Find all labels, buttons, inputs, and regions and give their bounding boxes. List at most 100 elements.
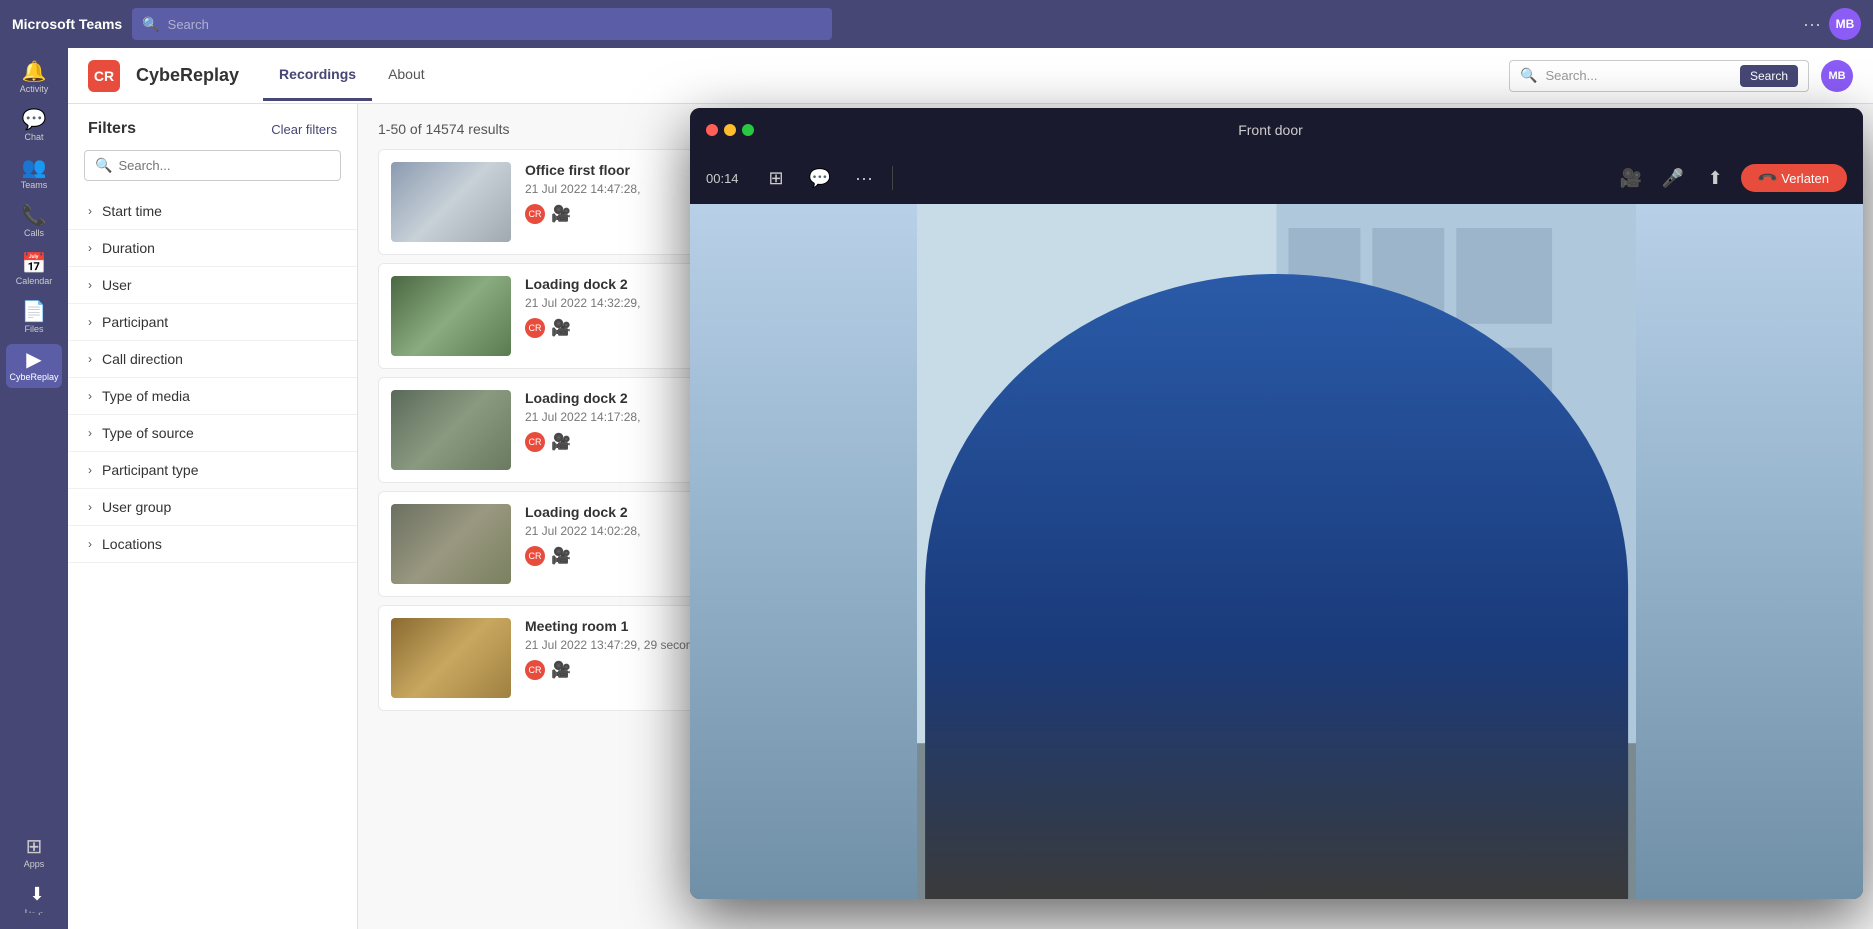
- filter-label: Duration: [102, 240, 155, 256]
- separator: [892, 166, 893, 190]
- video-feed: [690, 204, 1863, 899]
- close-window-button[interactable]: [706, 124, 718, 136]
- app-tabs: Recordings About: [263, 50, 441, 101]
- video-toggle-icon[interactable]: 🎥: [1615, 162, 1647, 194]
- teams-label: Teams: [21, 180, 48, 190]
- apps-icon: ⊞: [26, 837, 43, 857]
- filter-item-start-time[interactable]: › Start time: [68, 193, 357, 230]
- camera-icon: 🎥: [551, 660, 571, 680]
- popup-window-controls: [706, 124, 754, 136]
- chevron-right-icon: ›: [88, 315, 92, 329]
- sidebar-item-calendar[interactable]: 📅 Calendar: [6, 248, 62, 292]
- participants-icon[interactable]: ⊞: [760, 162, 792, 194]
- badge-icon: CR: [525, 660, 545, 680]
- filter-label: Type of source: [102, 425, 194, 441]
- more-icon[interactable]: ···: [1803, 14, 1821, 35]
- topbar-avatar[interactable]: MB: [1829, 8, 1861, 40]
- maximize-window-button[interactable]: [742, 124, 754, 136]
- sidebar-item-teams[interactable]: 👥 Teams: [6, 152, 62, 196]
- sidebar-item-apps[interactable]: ⊞ Apps: [6, 831, 62, 875]
- filter-label: Call direction: [102, 351, 183, 367]
- cybereplay-icon: ▶: [26, 350, 41, 370]
- popup-ctrl-icons: ⊞ 💬 ···: [760, 162, 893, 194]
- files-icon: 📄: [22, 302, 47, 322]
- filter-label: User: [102, 277, 132, 293]
- popup-controls: 00:14 ⊞ 💬 ··· 🎥 🎤 ⬆ 📞 Verlaten: [690, 152, 1863, 204]
- popup-timer: 00:14: [706, 171, 746, 186]
- chevron-right-icon: ›: [88, 500, 92, 514]
- sidebar-item-chat[interactable]: 💬 Chat: [6, 104, 62, 148]
- filters-header: Filters Clear filters: [68, 120, 357, 150]
- app-header: CR CybeReplay Recordings About 🔍 Search …: [68, 48, 1873, 104]
- app-logo: CR: [88, 60, 120, 92]
- tab-about[interactable]: About: [372, 50, 441, 101]
- topbar-search-input[interactable]: [168, 17, 823, 32]
- recording-thumbnail: [391, 504, 511, 584]
- filters-title: Filters: [88, 120, 136, 138]
- phone-icon: 📞: [1756, 167, 1779, 190]
- tab-recordings[interactable]: Recordings: [263, 50, 372, 101]
- header-avatar[interactable]: MB: [1821, 60, 1853, 92]
- filter-label: Participant type: [102, 462, 199, 478]
- filter-item-duration[interactable]: › Duration: [68, 230, 357, 267]
- sidebar-item-files[interactable]: 📄 Files: [6, 296, 62, 340]
- header-search-box[interactable]: 🔍 Search: [1509, 60, 1809, 92]
- header-search-button[interactable]: Search: [1740, 65, 1798, 87]
- filter-label: User group: [102, 499, 171, 515]
- badge-icon: CR: [525, 318, 545, 338]
- calendar-icon: 📅: [22, 254, 47, 274]
- clear-filters-link[interactable]: Clear filters: [271, 122, 337, 137]
- topbar-icons: ··· MB: [1803, 8, 1861, 40]
- filter-item-participant-type[interactable]: › Participant type: [68, 452, 357, 489]
- filter-item-call-direction[interactable]: › Call direction: [68, 341, 357, 378]
- activity-label: Activity: [20, 84, 49, 94]
- download-button[interactable]: ⬇: [18, 875, 56, 913]
- filter-item-type-of-media[interactable]: › Type of media: [68, 378, 357, 415]
- sidebar-item-cybereplay[interactable]: ▶ CybeReplay: [6, 344, 62, 388]
- end-call-button[interactable]: 📞 Verlaten: [1741, 164, 1847, 192]
- popup-right-controls: 🎥 🎤 ⬆ 📞 Verlaten: [1615, 162, 1847, 194]
- sidebar-item-calls[interactable]: 📞 Calls: [6, 200, 62, 244]
- minimize-window-button[interactable]: [724, 124, 736, 136]
- filter-label: Start time: [102, 203, 162, 219]
- calls-icon: 📞: [22, 206, 47, 226]
- files-label: Files: [24, 324, 43, 334]
- filter-search-box[interactable]: 🔍: [84, 150, 341, 181]
- chat-bubble-icon[interactable]: 💬: [804, 162, 836, 194]
- microphone-icon[interactable]: 🎤: [1657, 162, 1689, 194]
- chat-label: Chat: [24, 132, 43, 142]
- filter-item-locations[interactable]: › Locations: [68, 526, 357, 563]
- more-options-icon[interactable]: ···: [848, 162, 880, 194]
- filter-item-user-group[interactable]: › User group: [68, 489, 357, 526]
- badge-icon: CR: [525, 432, 545, 452]
- filter-search-icon: 🔍: [95, 157, 112, 174]
- filter-item-participant[interactable]: › Participant: [68, 304, 357, 341]
- filters-panel: Filters Clear filters 🔍 › Start time › D…: [68, 104, 358, 929]
- camera-icon: 🎥: [551, 318, 571, 338]
- app-header-right: 🔍 Search MB: [1509, 60, 1853, 92]
- chevron-right-icon: ›: [88, 204, 92, 218]
- filter-label: Locations: [102, 536, 162, 552]
- sidebar-item-activity[interactable]: 🔔 Activity: [6, 56, 62, 100]
- chat-icon: 💬: [22, 110, 47, 130]
- topbar-search-box[interactable]: 🔍: [132, 8, 832, 40]
- filter-label: Participant: [102, 314, 168, 330]
- header-search-input[interactable]: [1545, 68, 1732, 83]
- chevron-right-icon: ›: [88, 278, 92, 292]
- topbar: Microsoft Teams 🔍 ··· MB: [0, 0, 1873, 48]
- delivery-man-svg: [690, 204, 1863, 899]
- teams-sidebar: 🔔 Activity 💬 Chat 👥 Teams 📞 Calls 📅 Cale…: [0, 48, 68, 929]
- chevron-right-icon: ›: [88, 537, 92, 551]
- popup-titlebar: Front door: [690, 108, 1863, 152]
- chevron-right-icon: ›: [88, 389, 92, 403]
- topbar-title: Microsoft Teams: [12, 16, 122, 32]
- filter-label: Type of media: [102, 388, 190, 404]
- recording-thumbnail: [391, 390, 511, 470]
- filter-search-input[interactable]: [118, 158, 330, 173]
- recording-thumbnail: [391, 276, 511, 356]
- chevron-right-icon: ›: [88, 352, 92, 366]
- share-screen-icon[interactable]: ⬆: [1699, 162, 1731, 194]
- filter-item-user[interactable]: › User: [68, 267, 357, 304]
- filter-item-type-of-source[interactable]: › Type of source: [68, 415, 357, 452]
- app-name: CybeReplay: [136, 65, 239, 86]
